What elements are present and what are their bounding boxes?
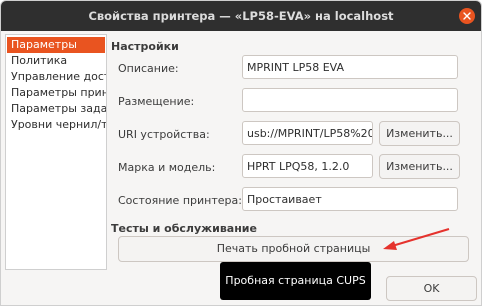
- device-uri-label: URI устройства:: [118, 128, 210, 141]
- printer-state-label: Состояние принтера:: [118, 194, 242, 207]
- settings-panel: Настройки Описание: MPRINT LP58 EVA Разм…: [107, 34, 476, 268]
- sidebar-item-policies[interactable]: Политика: [7, 53, 106, 69]
- test-page-tooltip: Пробная страница CUPS: [220, 262, 371, 300]
- title-bar[interactable]: Свойства принтера — «LP58-EVA» на localh…: [1, 1, 481, 31]
- printer-state-field[interactable]: Простаивает: [242, 187, 458, 211]
- sidebar-item-job-options[interactable]: Параметры заданий: [7, 101, 106, 117]
- location-field[interactable]: [242, 88, 458, 112]
- printer-properties-window: Свойства принтера — «LP58-EVA» на localh…: [0, 0, 482, 306]
- sidebar-item-ink-levels[interactable]: Уровни чернил/тонера: [7, 117, 106, 133]
- change-uri-button[interactable]: Изменить...: [379, 121, 460, 146]
- sidebar-item-access-control[interactable]: Управление доступом: [7, 69, 106, 85]
- sidebar-item-printer-options[interactable]: Параметры принтера: [7, 85, 106, 101]
- location-label: Размещение:: [118, 95, 195, 108]
- ok-button[interactable]: OK: [386, 276, 477, 301]
- print-test-page-button[interactable]: Печать пробной страницы: [118, 236, 469, 262]
- sidebar-item-settings[interactable]: Параметры: [7, 37, 105, 53]
- device-uri-field[interactable]: usb://MPRINT/LP58%20: [242, 121, 373, 145]
- make-model-field[interactable]: HPRT LPQ58, 1.2.0: [242, 154, 373, 178]
- change-model-button[interactable]: Изменить...: [379, 154, 460, 179]
- close-icon: [463, 12, 471, 20]
- description-field[interactable]: MPRINT LP58 EVA: [242, 55, 458, 79]
- description-label: Описание:: [118, 62, 179, 75]
- sidebar: Параметры Политика Управление доступом П…: [5, 34, 107, 270]
- make-model-label: Марка и модель:: [118, 161, 216, 174]
- tests-section-title: Тесты и обслуживание: [111, 222, 257, 235]
- close-button[interactable]: [459, 8, 475, 24]
- settings-section-title: Настройки: [111, 40, 179, 53]
- window-title: Свойства принтера — «LP58-EVA» на localh…: [88, 9, 394, 23]
